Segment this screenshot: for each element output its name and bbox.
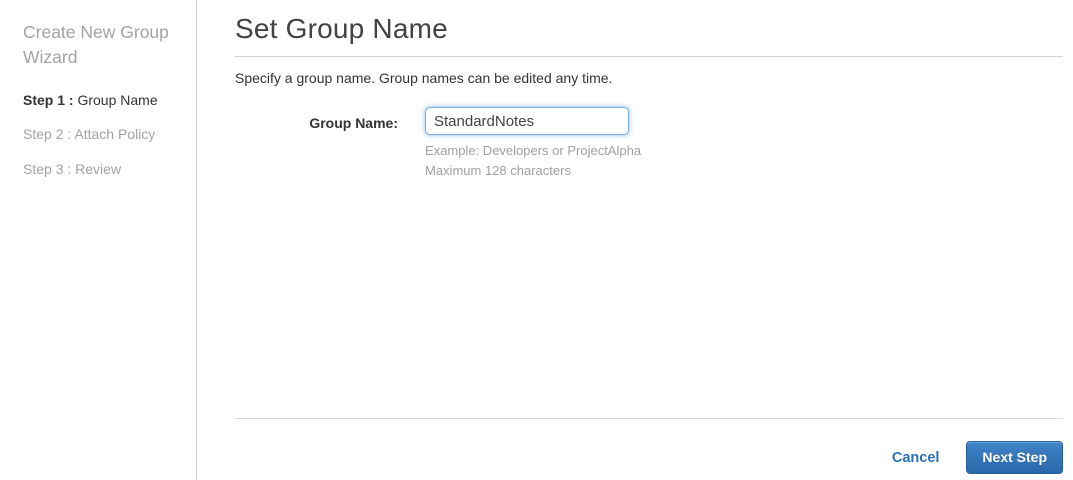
group-name-input[interactable] [425,107,629,135]
wizard-sidebar: Create New Group Wizard Step 1 : Group N… [0,0,197,480]
wizard-footer: Cancel Next Step [235,418,1063,474]
step-number: Step 1 : [23,91,74,108]
step-label: Attach Policy [71,126,156,143]
group-name-hints: Example: Developers or ProjectAlpha Maxi… [425,142,641,180]
cancel-link[interactable]: Cancel [892,450,940,466]
create-group-wizard: Create New Group Wizard Step 1 : Group N… [0,0,1073,480]
wizard-main-panel: Set Group Name Specify a group name. Gro… [197,0,1073,480]
step-label: Review [71,160,122,177]
group-name-form-row: Group Name: Example: Developers or Proje… [235,107,1063,182]
step-label: Group Name [73,91,158,108]
step-number: Step 2 : [23,126,72,143]
group-name-control: Example: Developers or ProjectAlpha Maxi… [425,107,641,182]
page-description: Specify a group name. Group names can be… [235,70,613,86]
group-name-label: Group Name: [309,115,398,131]
step-item-group-name: Step 1 : Group Name [23,91,180,108]
hint-max-characters: Maximum 128 characters [425,163,571,179]
hint-example: Example: Developers or ProjectAlpha [425,143,642,158]
step-item-review: Step 3 : Review [23,160,180,177]
wizard-title: Create New Group Wizard [23,22,169,68]
step-item-attach-policy: Step 2 : Attach Policy [23,126,180,143]
step-number: Step 3 : [23,160,72,177]
next-step-button[interactable]: Next Step [966,441,1063,474]
page-title: Set Group Name [235,13,1063,57]
wizard-steps: Step 1 : Group Name Step 2 : Attach Poli… [23,91,180,177]
